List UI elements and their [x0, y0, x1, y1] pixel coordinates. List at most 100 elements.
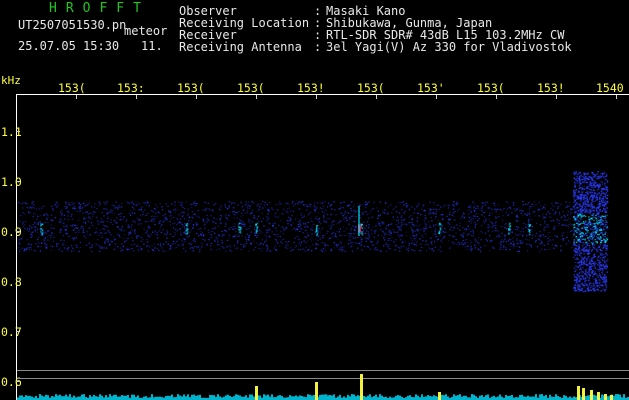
noise-pixel: [433, 225, 435, 227]
amplitude-bar: [47, 395, 49, 400]
noise-pixel: [558, 213, 561, 216]
noise-pixel: [340, 242, 342, 245]
noise-pixel: [286, 202, 288, 204]
noise-pixel: [343, 246, 345, 248]
meteor-burst-pixel: [596, 248, 599, 250]
meteor-burst-pixel: [593, 246, 595, 249]
noise-pixel: [348, 223, 350, 225]
noise-pixel: [325, 221, 327, 223]
meteor-burst-pixel: [576, 180, 578, 182]
meteor-burst-pixel: [575, 209, 578, 211]
noise-pixel: [307, 235, 309, 237]
meteor-burst-pixel: [603, 208, 605, 211]
noise-pixel: [256, 205, 258, 207]
amplitude-bar: [613, 395, 615, 400]
noise-pixel: [236, 235, 238, 237]
noise-pixel: [504, 234, 506, 236]
noise-pixel: [116, 206, 118, 208]
noise-pixel: [50, 235, 52, 237]
noise-pixel: [358, 242, 360, 244]
noise-pixel: [45, 247, 47, 249]
noise-pixel: [323, 215, 325, 217]
echo-streak: [361, 223, 363, 226]
noise-pixel: [113, 237, 115, 239]
noise-pixel: [253, 249, 255, 251]
noise-pixel: [414, 208, 416, 210]
noise-pixel: [278, 245, 281, 247]
amplitude-bar: [367, 395, 369, 400]
meteor-burst-pixel: [581, 258, 583, 260]
noise-pixel: [299, 230, 301, 233]
noise-pixel: [106, 226, 108, 228]
noise-pixel: [147, 250, 150, 252]
noise-pixel: [220, 216, 223, 218]
noise-pixel: [171, 203, 173, 205]
noise-pixel: [166, 230, 168, 232]
noise-pixel: [215, 203, 217, 205]
noise-pixel: [35, 243, 37, 245]
meteor-burst-pixel: [573, 177, 576, 179]
noise-pixel: [543, 229, 545, 231]
noise-pixel: [228, 227, 230, 229]
amplitude-bar: [121, 395, 123, 400]
noise-pixel: [148, 228, 150, 230]
noise-pixel: [157, 237, 159, 239]
meteor-burst-pixel: [601, 259, 604, 261]
noise-pixel: [522, 231, 525, 233]
noise-pixel: [387, 212, 389, 214]
noise-pixel: [40, 207, 43, 209]
meteor-burst-pixel: [599, 260, 601, 262]
noise-pixel: [485, 238, 487, 240]
noise-pixel: [172, 235, 174, 238]
noise-pixel: [37, 215, 39, 217]
noise-pixel: [382, 222, 384, 224]
noise-pixel: [232, 228, 234, 230]
noise-pixel: [568, 224, 570, 226]
meteor-burst-pixel: [589, 274, 591, 276]
amplitude-bar: [299, 395, 301, 400]
noise-pixel: [440, 232, 443, 234]
noise-pixel: [235, 231, 237, 233]
noise-pixel: [45, 245, 47, 248]
noise-pixel: [560, 245, 562, 247]
amplitude-bar: [353, 394, 355, 400]
noise-pixel: [416, 225, 418, 227]
noise-pixel: [128, 233, 130, 236]
noise-pixel: [248, 218, 250, 220]
noise-pixel: [66, 226, 68, 228]
meteor-trail: [358, 206, 360, 236]
noise-pixel: [267, 230, 269, 232]
noise-pixel: [344, 217, 346, 219]
meteor-burst-pixel: [603, 277, 606, 280]
noise-pixel: [505, 247, 507, 249]
noise-pixel: [121, 226, 123, 228]
noise-pixel: [233, 223, 236, 225]
meteor-burst-pixel: [581, 176, 583, 178]
amplitude-bar: [347, 394, 349, 400]
noise-pixel: [341, 250, 343, 252]
noise-pixel: [162, 215, 164, 217]
amplitude-bar: [545, 394, 547, 400]
noise-pixel: [406, 248, 408, 250]
noise-pixel: [30, 233, 32, 235]
noise-pixel: [348, 216, 350, 218]
amplitude-peak: [610, 395, 613, 400]
amplitude-bar: [369, 394, 371, 400]
noise-pixel: [552, 209, 555, 211]
meteor-burst-pixel: [593, 193, 595, 195]
noise-pixel: [350, 227, 353, 229]
noise-pixel: [484, 211, 486, 213]
meteor-burst-pixel: [582, 261, 584, 263]
noise-pixel: [104, 203, 107, 205]
noise-pixel: [302, 222, 305, 224]
noise-pixel: [431, 231, 433, 233]
noise-pixel: [338, 231, 340, 233]
amplitude-bar: [69, 394, 71, 400]
amplitude-bar: [409, 395, 411, 400]
amplitude-bar: [265, 395, 267, 400]
noise-pixel: [36, 223, 38, 225]
amplitude-bar: [43, 396, 45, 400]
noise-pixel: [353, 229, 355, 231]
echo-streak: [438, 224, 441, 226]
noise-pixel: [32, 215, 34, 218]
